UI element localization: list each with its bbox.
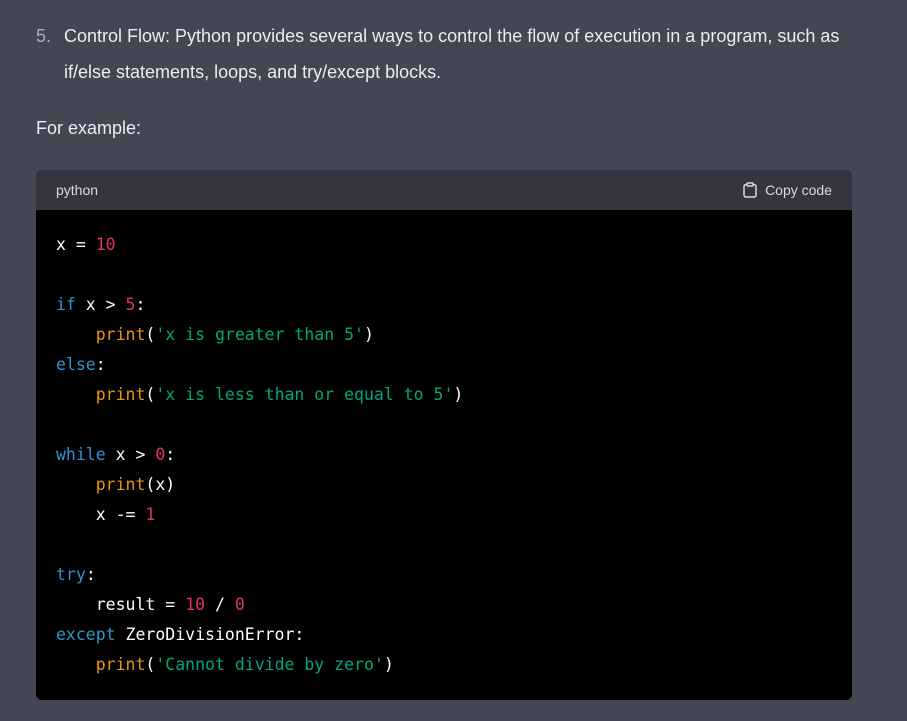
list-item: 5. Control Flow: Python provides several… <box>36 18 856 90</box>
code-token: 10 <box>185 595 206 614</box>
code-token: while <box>56 445 106 464</box>
code-token: 'x is less than or equal to 5' <box>155 385 454 404</box>
code-token: ZeroDivisionError: <box>115 625 305 644</box>
code-line: result = 10 / 0 <box>56 590 832 620</box>
code-token: else <box>56 355 96 374</box>
code-token: print <box>95 475 146 494</box>
code-token: print <box>95 385 146 404</box>
code-token: if <box>56 295 76 314</box>
code-token: 'x is greater than 5' <box>155 325 364 344</box>
code-line: print('x is less than or equal to 5') <box>56 380 832 410</box>
code-token: (x) <box>145 475 176 494</box>
code-line: while x > 0: <box>56 440 832 470</box>
code-token: try <box>56 565 86 584</box>
code-token: ) <box>453 385 464 404</box>
code-line: print('Cannot divide by zero') <box>56 650 832 680</box>
code-token: result = <box>56 595 186 614</box>
code-token: 'Cannot divide by zero' <box>155 655 384 674</box>
code-token: x -= <box>56 505 146 524</box>
code-token: 1 <box>145 505 156 524</box>
list-item-text: Control Flow: Python provides several wa… <box>64 26 840 82</box>
copy-code-label: Copy code <box>765 182 832 198</box>
code-token: ( <box>145 325 156 344</box>
code-header: python Copy code <box>36 170 852 210</box>
code-token: 0 <box>155 445 166 464</box>
chat-message: 5. Control Flow: Python provides several… <box>0 0 907 721</box>
code-token: : <box>165 445 176 464</box>
code-token: 5 <box>125 295 136 314</box>
code-token: except <box>56 625 116 644</box>
code-token: print <box>95 325 146 344</box>
code-token: ( <box>145 385 156 404</box>
code-line: else: <box>56 350 832 380</box>
code-line: x = 10 <box>56 230 832 260</box>
code-line: print(x) <box>56 470 832 500</box>
code-token: : <box>85 565 96 584</box>
code-line: if x > 5: <box>56 290 832 320</box>
list-number: 5. <box>36 26 52 46</box>
code-token: x > <box>105 445 156 464</box>
code-token: 0 <box>234 595 245 614</box>
code-line: x -= 1 <box>56 500 832 530</box>
code-token: ) <box>383 655 394 674</box>
code-token: : <box>135 295 146 314</box>
code-line: except ZeroDivisionError: <box>56 620 832 650</box>
code-token: print <box>95 655 146 674</box>
code-token: 10 <box>95 235 116 254</box>
code-line: print('x is greater than 5') <box>56 320 832 350</box>
copy-code-button[interactable]: Copy code <box>743 182 832 198</box>
code-token: x > <box>75 295 126 314</box>
code-token: / <box>205 595 235 614</box>
code-token: : <box>95 355 106 374</box>
code-language-label: python <box>56 182 99 198</box>
clipboard-icon <box>743 182 757 198</box>
example-label: For example: <box>36 118 142 138</box>
code-line: try: <box>56 560 832 590</box>
code-token: ) <box>363 325 374 344</box>
code-token: x = <box>56 235 96 254</box>
code-block: python Copy code x = 10 if x > 5: print('… <box>36 170 852 700</box>
code-token: ( <box>145 655 156 674</box>
code-content: x = 10 if x > 5: print('x is greater than… <box>36 210 852 680</box>
